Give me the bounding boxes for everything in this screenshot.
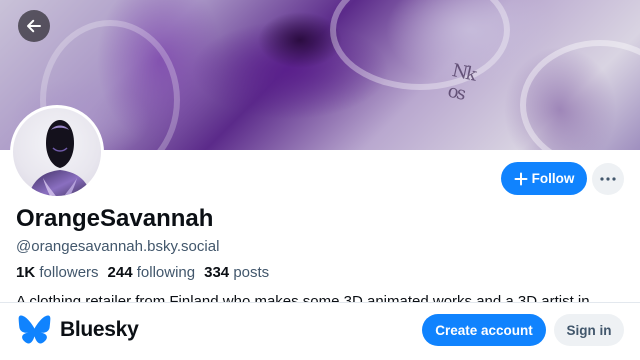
profile-display-name: OrangeSavannah: [16, 205, 214, 232]
posts-label: posts: [233, 264, 270, 281]
brand-name: Bluesky: [60, 317, 139, 341]
profile-stats: 1K followers 244 following 334 posts: [16, 264, 269, 281]
avatar[interactable]: [10, 105, 104, 199]
followers-count: 1K: [16, 264, 36, 281]
following-stat[interactable]: 244 following: [108, 264, 196, 281]
butterfly-icon: [18, 315, 51, 344]
banner-swirl: [520, 40, 640, 150]
avatar-image: [28, 120, 92, 196]
ellipsis-icon: [600, 177, 616, 181]
bluesky-logo[interactable]: Bluesky: [18, 315, 139, 344]
sign-in-button[interactable]: Sign in: [554, 314, 624, 346]
following-count: 244: [107, 264, 133, 281]
followers-stat[interactable]: 1K followers: [16, 264, 99, 281]
arrow-left-icon: [27, 19, 41, 33]
profile-handle: @orangesavannah.bsky.social: [16, 238, 220, 255]
followers-label: followers: [39, 264, 99, 281]
follow-button[interactable]: Follow: [501, 162, 587, 195]
posts-stat: 334 posts: [204, 264, 269, 281]
signup-bottom-bar: Bluesky Create account Sign in: [0, 302, 640, 360]
following-label: following: [136, 264, 196, 281]
create-account-button[interactable]: Create account: [422, 314, 546, 346]
posts-count: 334: [204, 264, 230, 281]
plus-icon: [514, 172, 528, 185]
banner-swirl: [330, 0, 510, 90]
back-button[interactable]: [18, 10, 50, 42]
more-options-button[interactable]: [592, 163, 624, 195]
follow-button-label: Follow: [531, 171, 575, 186]
